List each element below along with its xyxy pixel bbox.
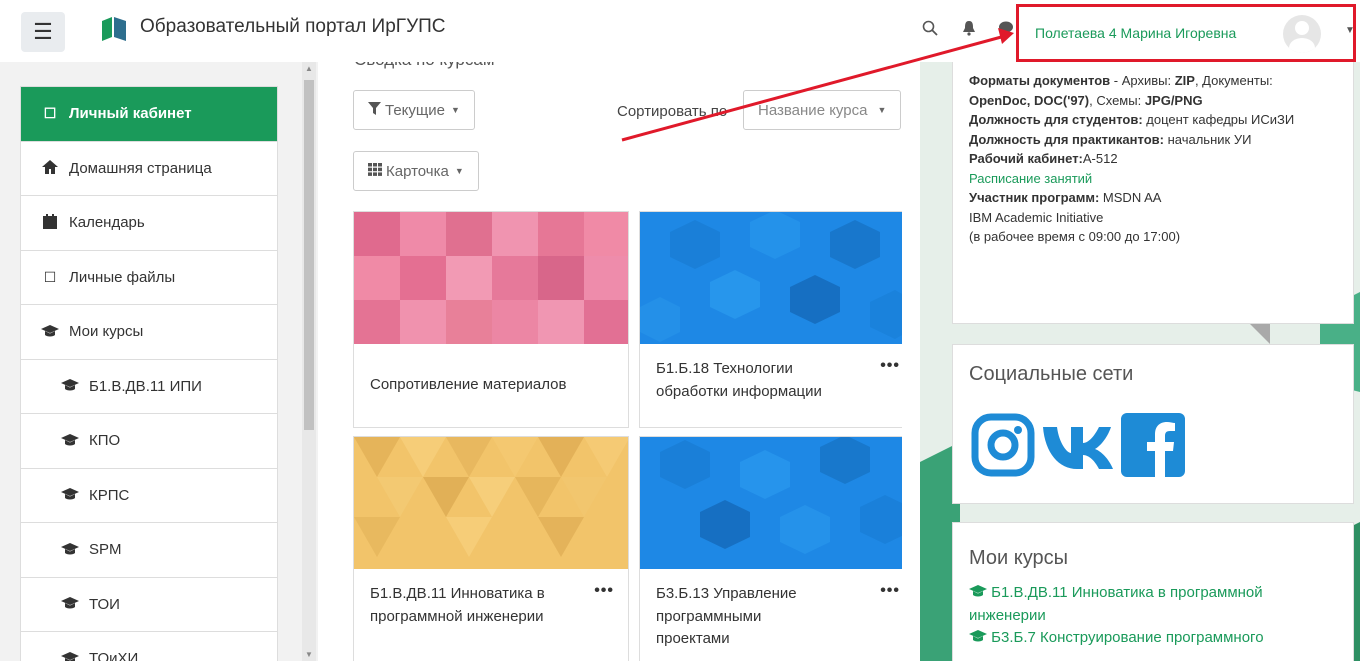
sidebar-item-label: ТОиХИ: [89, 650, 139, 661]
sidebar-item-label: Личные файлы: [69, 268, 176, 286]
social-title: Социальные сети: [969, 363, 1134, 385]
sidebar-item-my-courses[interactable]: Мои курсы: [21, 305, 277, 360]
sidebar-item-label: Личный кабинет: [69, 105, 192, 123]
course-card-body: Б1.В.ДВ.11 Инноватика в программной инже…: [354, 569, 628, 642]
annotation-arrow: [621, 28, 1014, 142]
my-courses-title: Мои курсы: [969, 547, 1068, 569]
facebook-icon[interactable]: [1121, 413, 1185, 477]
sidebar: ☐ Личный кабинет Домашняя страница Кален…: [0, 62, 318, 661]
sidebar-nav: ☐ Личный кабинет Домашняя страница Кален…: [20, 86, 278, 661]
course-name[interactable]: Б1.В.ДВ.11 Инноватика в программной инже…: [370, 583, 570, 628]
sidebar-item-home[interactable]: Домашняя страница: [21, 142, 277, 196]
course-card[interactable]: Б3.Б.13 Управление программными проектам…: [639, 436, 902, 661]
grid-icon: [368, 162, 382, 180]
schedule-link[interactable]: Расписание занятий: [969, 169, 1337, 189]
file-icon: ☐: [43, 268, 57, 285]
scroll-down-icon[interactable]: ▼: [305, 650, 313, 659]
course-name[interactable]: Б1.Б.18 Технологии обработки информации: [656, 358, 856, 403]
graduation-cap-icon: [969, 629, 991, 646]
course-overview: Сводка по курсам Текущие ▼ Сортировать п…: [336, 62, 902, 661]
sidebar-item-course[interactable]: ТОИ: [21, 578, 277, 632]
course-card-body: Б3.Б.13 Управление программными проектам…: [640, 569, 902, 661]
info-office: Рабочий кабинет:А-512: [969, 151, 1118, 166]
graduation-cap-icon: [59, 378, 81, 394]
view-label: Карточка: [386, 162, 449, 180]
sidebar-item-label: ТОИ: [89, 595, 120, 613]
graduation-cap-icon: [39, 324, 61, 340]
menu-icon: ☰: [33, 19, 53, 44]
sidebar-item-label: КПО: [89, 432, 121, 450]
more-options-icon[interactable]: •••: [880, 579, 900, 603]
sidebar-item-label: Домашняя страница: [69, 159, 212, 177]
my-courses-block: Мои курсы Б1.В.ДВ.11 Инноватика в програ…: [952, 522, 1354, 661]
filter-label: Текущие: [385, 101, 445, 119]
user-menu[interactable]: Полетаева 4 Марина Игоревна ▼: [1016, 4, 1356, 62]
view-dropdown[interactable]: Карточка ▼: [353, 151, 479, 191]
sidebar-item-course[interactable]: КПО: [21, 414, 277, 469]
my-course-link[interactable]: Б3.Б.7 Конструирование программного: [969, 627, 1337, 650]
filter-icon: [368, 101, 381, 119]
graduation-cap-icon: [59, 596, 81, 612]
instagram-icon[interactable]: [971, 413, 1035, 477]
sidebar-item-label: Календарь: [69, 214, 145, 232]
course-name[interactable]: Б3.Б.13 Управление программными проектам…: [656, 583, 826, 651]
course-card[interactable]: Сопротивление материалов: [353, 211, 629, 428]
vk-icon[interactable]: [1041, 413, 1115, 477]
graduation-cap-icon: [59, 651, 81, 661]
caret-down-icon: ▼: [454, 166, 464, 176]
scroll-up-icon[interactable]: ▲: [305, 64, 313, 73]
course-card[interactable]: Б1.Б.18 Технологии обработки информации …: [639, 211, 902, 428]
info-ibm: IBM Academic Initiative: [969, 209, 1104, 225]
overview-title: Сводка по курсам: [354, 62, 495, 70]
filter-dropdown[interactable]: Текущие ▼: [353, 90, 475, 130]
sidebar-item-course[interactable]: КРПС: [21, 469, 277, 523]
home-icon: [39, 159, 61, 177]
course-card-image[interactable]: [640, 212, 902, 344]
course-card-body: Сопротивление материалов: [354, 344, 628, 411]
square-icon: ☐: [43, 105, 57, 122]
site-logo[interactable]: [100, 15, 130, 43]
caret-down-icon: ▼: [450, 105, 460, 115]
graduation-cap-icon: [59, 542, 81, 558]
graduation-cap-icon: [969, 584, 991, 601]
menu-toggle-button[interactable]: ☰: [21, 12, 65, 52]
sidebar-item-label: Б1.В.ДВ.11 ИПИ: [89, 377, 202, 395]
more-options-icon[interactable]: •••: [594, 579, 614, 603]
social-icons: [971, 413, 1185, 477]
sidebar-item-course[interactable]: Б1.В.ДВ.11 ИПИ: [21, 360, 277, 414]
graduation-cap-icon: [59, 487, 81, 503]
calendar-icon: [39, 213, 61, 232]
sidebar-item-calendar[interactable]: Календарь: [21, 196, 277, 251]
user-name[interactable]: Полетаева 4 Марина Игоревна: [1035, 25, 1236, 41]
course-card-image[interactable]: [354, 437, 628, 569]
more-options-icon[interactable]: •••: [880, 354, 900, 378]
sidebar-item-course[interactable]: SPM: [21, 523, 277, 578]
sidebar-scrollbar[interactable]: ▲ ▼: [302, 62, 316, 661]
sidebar-item-course[interactable]: ТОиХИ: [21, 632, 277, 661]
sidebar-item-files[interactable]: ☐ Личные файлы: [21, 251, 277, 305]
course-card-image[interactable]: [640, 437, 902, 569]
avatar[interactable]: [1283, 15, 1321, 53]
info-hours: (в рабочее время с 09:00 до 17:00): [969, 229, 1181, 244]
scroll-thumb[interactable]: [304, 80, 314, 430]
sidebar-item-label: Мои курсы: [69, 323, 144, 341]
caret-down-icon[interactable]: ▼: [1345, 25, 1355, 36]
sidebar-item-dashboard[interactable]: ☐ Личный кабинет: [21, 87, 277, 142]
sidebar-item-label: КРПС: [89, 486, 130, 504]
my-course-link[interactable]: Б1.В.ДВ.11 Инноватика в программной инже…: [969, 582, 1337, 627]
graduation-cap-icon: [59, 433, 81, 449]
course-card[interactable]: Б1.В.ДВ.11 Инноватика в программной инже…: [353, 436, 629, 661]
course-card-image[interactable]: [354, 212, 628, 344]
sidebar-item-label: SPM: [89, 541, 122, 559]
site-title[interactable]: Образовательный портал ИрГУПС: [140, 16, 446, 38]
right-column: Форматы документов - Архивы: ZIP, Докуме…: [920, 60, 1360, 661]
info-programs: Участник программ: MSDN AA: [969, 190, 1162, 205]
course-name[interactable]: Сопротивление материалов: [370, 376, 566, 393]
social-block: Социальные сети: [952, 344, 1354, 504]
course-card-body: Б1.Б.18 Технологии обработки информации …: [640, 344, 902, 417]
